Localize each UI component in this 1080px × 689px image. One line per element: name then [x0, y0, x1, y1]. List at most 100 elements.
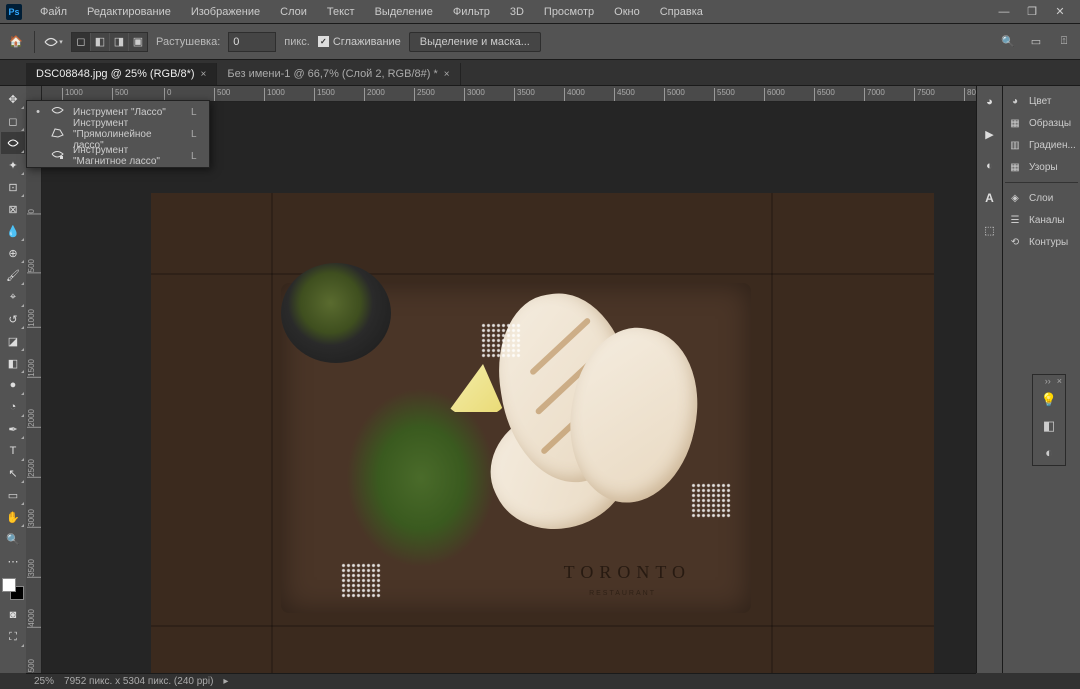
feather-input[interactable] [228, 32, 276, 52]
dodge-tool[interactable]: ◔ [1, 396, 25, 418]
collapse-icon[interactable]: ›› [1045, 376, 1051, 386]
ruler-vertical[interactable]: 0 500 1000 1500 2000 2500 3000 3500 4000… [26, 102, 42, 673]
menu-edit[interactable]: Редактирование [77, 2, 181, 22]
pen-tool[interactable]: ✒ [1, 418, 25, 440]
sel-new[interactable]: ◻ [72, 33, 90, 51]
image-greens [346, 388, 496, 568]
workspace-icon[interactable]: ▭ [1026, 32, 1046, 52]
zoom-level[interactable]: 25% [34, 676, 54, 687]
magic-wand-tool[interactable]: ✦ [1, 154, 25, 176]
eraser-tool[interactable]: ◪ [1, 330, 25, 352]
screenmode-tool[interactable]: ⛶ [1, 626, 25, 648]
antialias-checkbox[interactable]: ✓ Сглаживание [318, 36, 401, 48]
check-icon: ✓ [318, 36, 329, 47]
panel-color[interactable]: ◕Цвет [1003, 90, 1080, 112]
color-swatch[interactable] [2, 578, 24, 600]
libraries-icon[interactable]: ⬚ [980, 220, 1000, 240]
polygonal-lasso-icon [49, 127, 65, 141]
menu-text[interactable]: Текст [317, 2, 365, 22]
crop-tool[interactable]: ⊡ [1, 176, 25, 198]
character-icon[interactable]: A [980, 188, 1000, 208]
status-bar: 25% 7952 пикс. x 5304 пикс. (240 ppi) ▸ [26, 673, 976, 689]
lasso-flyout: • Инструмент "Лассо" L Инструмент "Прямо… [26, 100, 210, 168]
sel-intersect[interactable]: ▣ [129, 33, 147, 51]
floating-panel[interactable]: ›› × 💡 ◧ ◐ [1032, 374, 1066, 466]
swatches-icon: ▦ [1007, 118, 1023, 129]
adjustments-icon[interactable]: ◐ [980, 156, 1000, 176]
close-icon[interactable]: × [1057, 376, 1062, 386]
menu-select[interactable]: Выделение [365, 2, 443, 22]
options-bar: 🏠 ▾ ◻ ◧ ◨ ▣ Растушевка: пикс. ✓ Сглажива… [0, 24, 1080, 60]
magnetic-lasso-icon [49, 149, 65, 163]
home-icon[interactable]: 🏠 [6, 32, 26, 52]
patterns-icon: ▦ [1007, 162, 1023, 173]
panel-swatches[interactable]: ▦Образцы [1003, 112, 1080, 134]
edit-toolbar[interactable]: ⋯ [1, 550, 25, 572]
frame-tool[interactable]: ⊠ [1, 198, 25, 220]
panel-patterns[interactable]: ▦Узоры [1003, 156, 1080, 178]
lasso-tool[interactable] [1, 132, 25, 154]
brand-subtext: RESTAURANT [589, 590, 656, 597]
marquee-tool[interactable]: ◻ [1, 110, 25, 132]
blur-tool[interactable]: ● [1, 374, 25, 396]
doc-info[interactable]: 7952 пикс. x 5304 пикс. (240 ppi) [64, 676, 213, 687]
flyout-magnetic-lasso[interactable]: Инструмент "Магнитное лассо" L [27, 145, 209, 167]
menu-help[interactable]: Справка [650, 2, 713, 22]
panel-layers[interactable]: ◈Слои [1003, 187, 1080, 209]
gradient-icon: ▥ [1007, 140, 1023, 151]
color-tab-icon[interactable]: ◕ [980, 92, 1000, 112]
tools-panel: ✥ ◻ ✦ ⊡ ⊠ 💧 ⊕ 🖌 ⌖ ↺ ◪ ◧ ● ◔ ✒ T ↖ ▭ ✋ 🔍 … [0, 86, 26, 673]
select-and-mask-button[interactable]: Выделение и маска... [409, 32, 541, 52]
menubar: Ps Файл Редактирование Изображение Слои … [0, 0, 1080, 24]
document-tab-1[interactable]: DSC08848.jpg @ 25% (RGB/8*) × [26, 63, 217, 85]
gradient-tool[interactable]: ◧ [1, 352, 25, 374]
clone-tool[interactable]: ⌖ [1, 286, 25, 308]
adjust-icon[interactable]: ◐ [1033, 439, 1065, 465]
history-icon[interactable]: ▶ [980, 124, 1000, 144]
window-close[interactable]: ✕ [1046, 1, 1074, 22]
mask-icon[interactable]: ◧ [1033, 413, 1065, 439]
menu-3d[interactable]: 3D [500, 2, 534, 22]
window-minimize[interactable]: — [990, 2, 1018, 22]
share-icon[interactable]: ⍐ [1054, 32, 1074, 52]
eyedropper-tool[interactable]: 💧 [1, 220, 25, 242]
close-icon[interactable]: × [201, 69, 207, 80]
hint-icon[interactable]: 💡 [1033, 387, 1065, 413]
close-icon[interactable]: × [444, 69, 450, 80]
menu-window[interactable]: Окно [604, 2, 650, 22]
document-canvas[interactable]: TORONTO RESTAURANT [151, 193, 934, 673]
channels-icon: ☰ [1007, 215, 1023, 226]
document-tab-2[interactable]: Без имени-1 @ 66,7% (Слой 2, RGB/8#) * × [217, 63, 460, 85]
brush-tool[interactable]: 🖌 [1, 264, 25, 286]
app-logo: Ps [6, 4, 22, 20]
menu-image[interactable]: Изображение [181, 2, 270, 22]
panel-gradients[interactable]: ▥Градиен... [1003, 134, 1080, 156]
main-area: ✥ ◻ ✦ ⊡ ⊠ 💧 ⊕ 🖌 ⌖ ↺ ◪ ◧ ● ◔ ✒ T ↖ ▭ ✋ 🔍 … [0, 86, 1080, 673]
window-restore[interactable]: ❐ [1018, 1, 1046, 22]
healing-tool[interactable]: ⊕ [1, 242, 25, 264]
tool-preset-icon[interactable]: ▾ [43, 32, 63, 52]
quickmask-tool[interactable]: ◙ [1, 604, 25, 626]
move-tool[interactable]: ✥ [1, 88, 25, 110]
sel-add[interactable]: ◧ [91, 33, 109, 51]
color-icon: ◕ [1007, 96, 1023, 107]
history-brush-tool[interactable]: ↺ [1, 308, 25, 330]
zoom-tool[interactable]: 🔍 [1, 528, 25, 550]
menu-filter[interactable]: Фильтр [443, 2, 500, 22]
selection-mode: ◻ ◧ ◨ ▣ [71, 32, 148, 52]
menu-layers[interactable]: Слои [270, 2, 317, 22]
flyout-polygonal-lasso[interactable]: Инструмент "Прямолинейное лассо" L [27, 123, 209, 145]
hand-tool[interactable]: ✋ [1, 506, 25, 528]
menu-file[interactable]: Файл [30, 2, 77, 22]
sel-sub[interactable]: ◨ [110, 33, 128, 51]
type-tool[interactable]: T [1, 440, 25, 462]
search-icon[interactable]: 🔍 [998, 32, 1018, 52]
panel-paths[interactable]: ⟲Контуры [1003, 231, 1080, 253]
foreground-color[interactable] [2, 578, 16, 592]
menu-view[interactable]: Просмотр [534, 2, 604, 22]
chevron-right-icon[interactable]: ▸ [223, 676, 228, 687]
path-tool[interactable]: ↖ [1, 462, 25, 484]
lasso-icon [49, 105, 65, 119]
panel-channels[interactable]: ☰Каналы [1003, 209, 1080, 231]
shape-tool[interactable]: ▭ [1, 484, 25, 506]
